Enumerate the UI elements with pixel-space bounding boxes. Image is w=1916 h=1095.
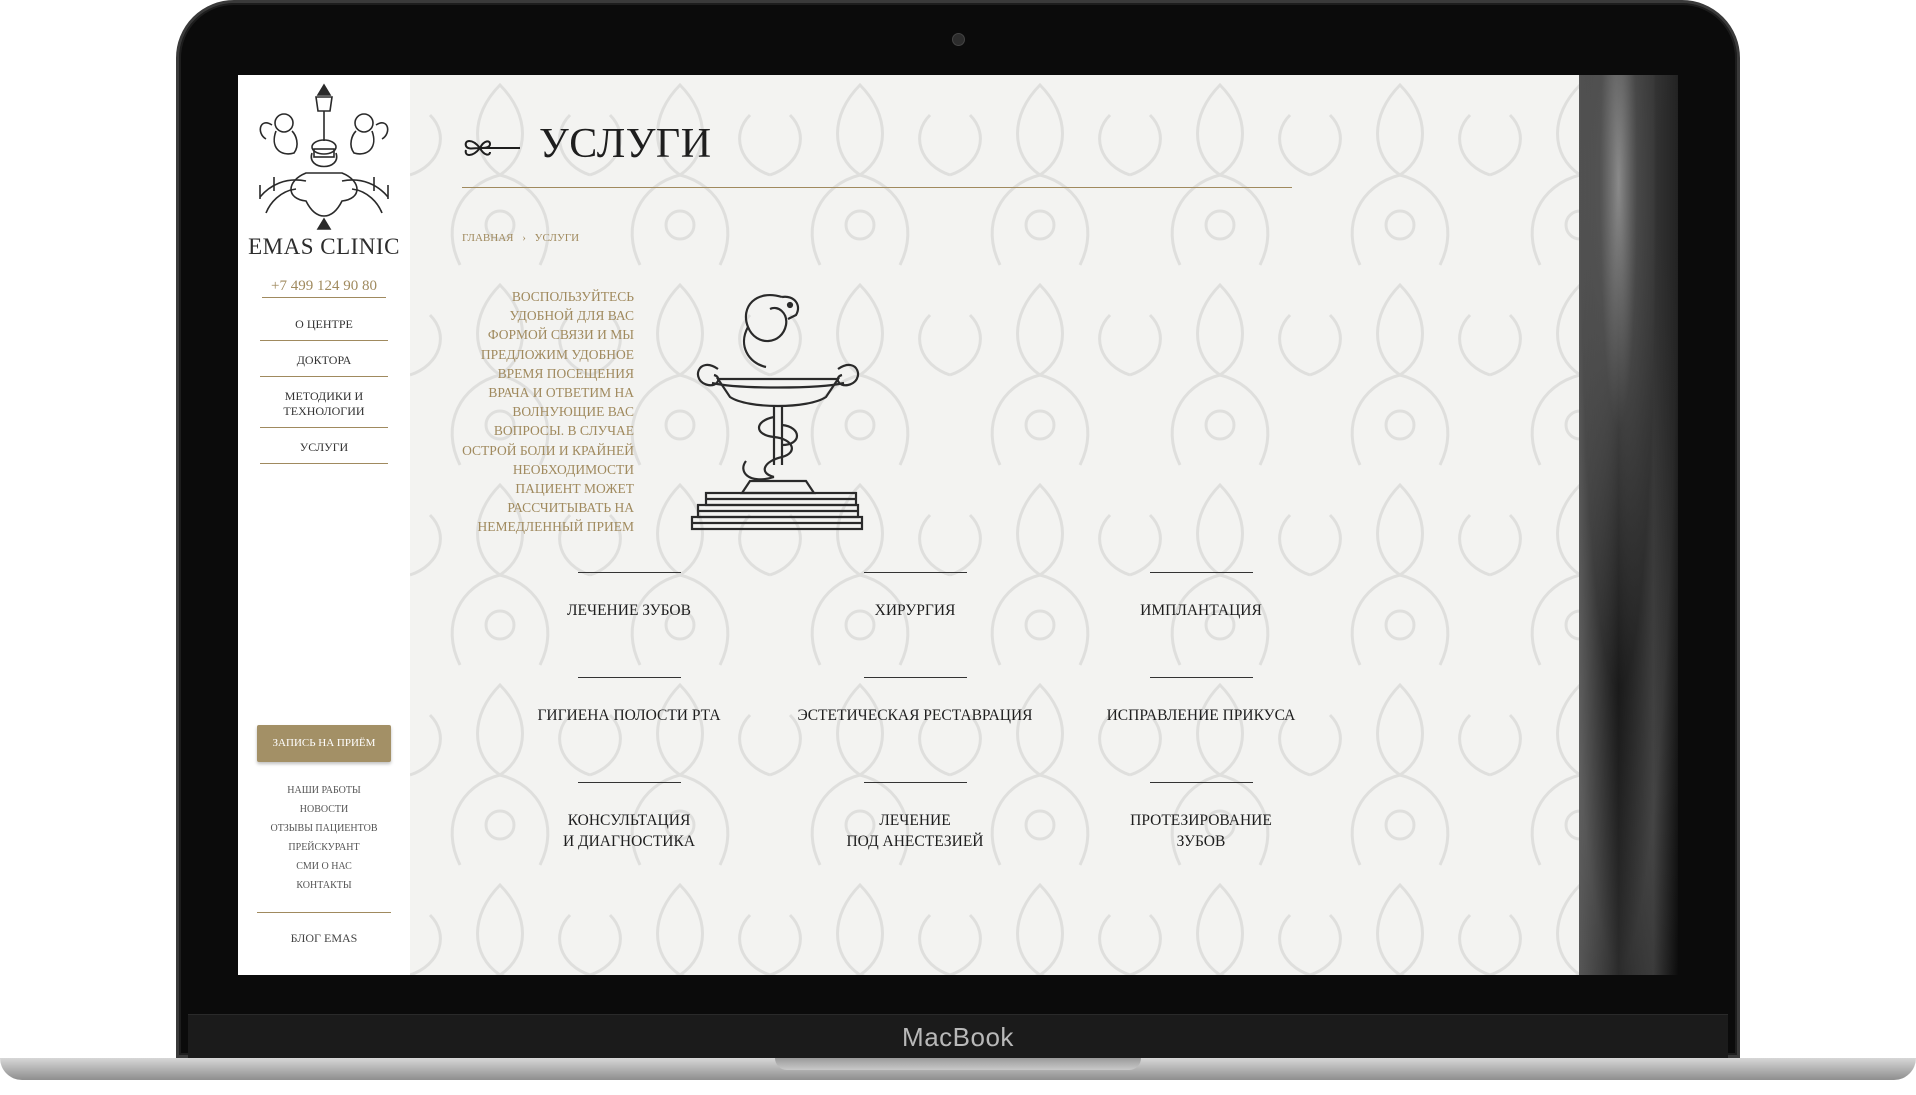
service-item[interactable]: ИМПЛАНТАЦИЯ	[1058, 572, 1344, 621]
bowl-of-hygieia-icon	[690, 294, 864, 531]
breadcrumb-home[interactable]: ГЛАВНАЯ	[462, 232, 514, 244]
service-rule	[577, 782, 681, 783]
service-item[interactable]: ЛЕЧЕНИЕ ПОД АНЕСТЕЗИЕЙ	[772, 782, 1058, 852]
nav-item-contacts[interactable]: КОНТАКТЫ	[238, 876, 410, 895]
sidebar: EMAS CLINIC +7 499 124 90 80 О ЦЕНТРЕ ДО…	[238, 75, 410, 975]
service-label[interactable]: КОНСУЛЬТАЦИЯ И ДИАГНОСТИКА	[486, 810, 772, 852]
service-item[interactable]: ПРОТЕЗИРОВАНИЕ ЗУБОВ	[1058, 782, 1344, 852]
service-rule	[1149, 677, 1253, 678]
service-label[interactable]: ЛЕЧЕНИЕ ПОД АНЕСТЕЗИЕЙ	[772, 810, 1058, 852]
service-label[interactable]: ПРОТЕЗИРОВАНИЕ ЗУБОВ	[1058, 810, 1344, 852]
service-item[interactable]: ЛЕЧЕНИЕ ЗУБОВ	[486, 572, 772, 621]
nav-item-price-list[interactable]: ПРЕЙСКУРАНТ	[238, 838, 410, 857]
nav-item-services[interactable]: УСЛУГИ	[260, 440, 388, 464]
nav-item-press[interactable]: СМИ О НАС	[238, 857, 410, 876]
nav-item-doctors[interactable]: ДОКТОРА	[260, 353, 388, 377]
camera-icon	[952, 33, 965, 46]
service-rule	[577, 572, 681, 573]
fleur-flourish-icon	[464, 140, 520, 156]
service-item[interactable]: ХИРУРГИЯ	[772, 572, 1058, 621]
book-appointment-button[interactable]: ЗАПИСЬ НА ПРИЁМ	[257, 725, 391, 762]
nav-item-reviews[interactable]: ОТЗЫВЫ ПАЦИЕНТОВ	[238, 819, 410, 838]
service-rule	[577, 677, 681, 678]
service-rule	[863, 782, 967, 783]
service-label[interactable]: ЛЕЧЕНИЕ ЗУБОВ	[486, 600, 772, 621]
service-label[interactable]: ЭСТЕТИЧЕСКАЯ РЕСТАВРАЦИЯ	[772, 705, 1058, 726]
service-rule	[1149, 572, 1253, 573]
service-label[interactable]: ИМПЛАНТАЦИЯ	[1058, 600, 1344, 621]
website-screen: EMAS CLINIC +7 499 124 90 80 О ЦЕНТРЕ ДО…	[238, 75, 1678, 975]
service-rule	[863, 677, 967, 678]
nav-item-about[interactable]: О ЦЕНТРЕ	[260, 317, 388, 341]
service-label[interactable]: ХИРУРГИЯ	[772, 600, 1058, 621]
main-nav: О ЦЕНТРЕ ДОКТОРА МЕТОДИКИ И ТЕХНОЛОГИИ У…	[260, 317, 388, 476]
device-mockup: MacBook EMAS CLINIC +7 499 124 90 80 О Ц…	[0, 0, 1916, 1095]
nav-item-news[interactable]: НОВОСТИ	[238, 800, 410, 819]
breadcrumb-separator: ›	[522, 232, 526, 244]
service-rule	[863, 572, 967, 573]
secondary-nav: НАШИ РАБОТЫ НОВОСТИ ОТЗЫВЫ ПАЦИЕНТОВ ПРЕ…	[238, 781, 410, 895]
clinic-name[interactable]: EMAS CLINIC	[238, 234, 410, 260]
nav-item-methods[interactable]: МЕТОДИКИ И ТЕХНОЛОГИИ	[260, 389, 388, 428]
intro-text: ВОСПОЛЬЗУЙТЕСЬ УДОБНОЙ ДЛЯ ВАС ФОРМОЙ СВ…	[462, 289, 634, 535]
service-rule	[1149, 782, 1253, 783]
service-item[interactable]: ИСПРАВЛЕНИЕ ПРИКУСА	[1058, 677, 1344, 726]
sidebar-divider	[257, 912, 391, 913]
service-label[interactable]: ИСПРАВЛЕНИЕ ПРИКУСА	[1058, 705, 1344, 726]
service-item[interactable]: КОНСУЛЬТАЦИЯ И ДИАГНОСТИКА	[486, 782, 772, 852]
breadcrumb: ГЛАВНАЯ › УСЛУГИ	[462, 232, 579, 244]
nav-item-our-works[interactable]: НАШИ РАБОТЫ	[238, 781, 410, 800]
service-item[interactable]: ЭСТЕТИЧЕСКАЯ РЕСТАВРАЦИЯ	[772, 677, 1058, 726]
blog-link[interactable]: БЛОГ EMAS	[238, 931, 410, 946]
device-brand-label: MacBook	[902, 1022, 1014, 1052]
chandelier-logo-icon[interactable]	[246, 81, 402, 231]
phone-link[interactable]: +7 499 124 90 80	[262, 278, 386, 298]
title-divider	[462, 187, 1292, 188]
service-label[interactable]: ГИГИЕНА ПОЛОСТИ РТА	[486, 705, 772, 726]
side-photo	[1579, 75, 1678, 975]
service-item[interactable]: ГИГИЕНА ПОЛОСТИ РТА	[486, 677, 772, 726]
laptop-base-notch	[775, 1058, 1141, 1070]
breadcrumb-current: УСЛУГИ	[534, 232, 580, 244]
page-title: УСЛУГИ	[539, 121, 712, 167]
